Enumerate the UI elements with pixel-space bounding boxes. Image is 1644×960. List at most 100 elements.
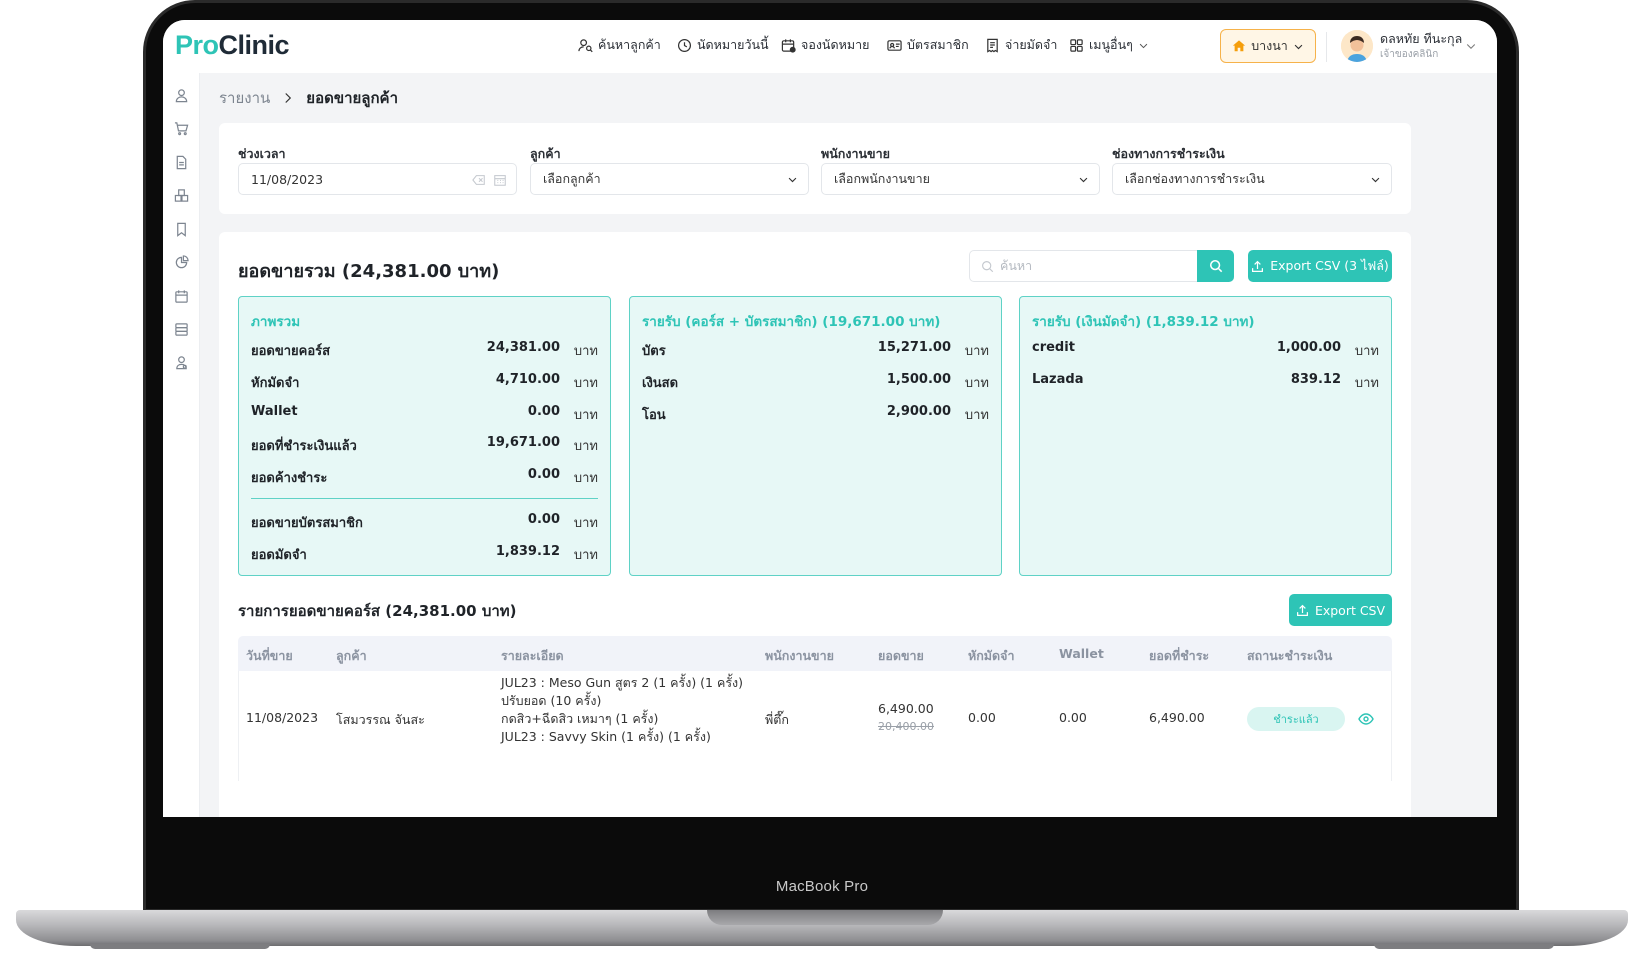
column-header[interactable]: วันที่ขาย [246, 646, 293, 666]
customer-select[interactable]: เลือกลูกค้า [530, 163, 809, 195]
panel-divider [251, 498, 598, 499]
nav-book-appointment[interactable]: จองนัดหมาย [781, 35, 869, 55]
nav-member-card[interactable]: บัตรสมาชิก [887, 35, 969, 55]
customer-name[interactable]: โสมวรรณ จันสะ [336, 710, 425, 730]
breadcrumb-parent[interactable]: รายงาน [219, 86, 270, 110]
summary-row: ยอดมัดจำ 1,839.12 บาท [251, 544, 598, 563]
column-header[interactable]: สถานะชำระเงิน [1247, 646, 1332, 666]
column-header[interactable]: ลูกค้า [336, 646, 367, 666]
clear-icon[interactable] [472, 173, 486, 187]
export-csv-button[interactable]: Export CSV [1289, 594, 1392, 626]
detail-line: กดสิว+ฉีดสิว เหมาๆ (1 ครั้ง) [501, 711, 659, 726]
export-all-label: Export CSV (3 ไฟล์) [1270, 258, 1389, 273]
date-range-label: ช่วงเวลา [238, 146, 286, 161]
sidebar-item-bookmarks[interactable] [174, 222, 189, 237]
sidebar-item-customers[interactable] [174, 88, 189, 103]
column-header[interactable]: รายละเอียด [501, 646, 564, 666]
staff-select[interactable]: เลือกพนักงานขาย [821, 163, 1100, 195]
avatar[interactable] [1341, 30, 1373, 62]
chevron-down-icon [1139, 43, 1148, 48]
app-screen: ProClinic ค้นหาลูกค้า นัดหมายวันนี้ จองน… [163, 20, 1497, 817]
chevron-down-icon [1079, 177, 1088, 183]
payment-channel-placeholder: เลือกช่องทางการชำระเงิน [1125, 171, 1265, 186]
sidebar-item-calendar[interactable] [174, 289, 189, 304]
column-header[interactable]: พนักงานขาย [765, 646, 834, 666]
nav-label: บัตรสมาชิก [907, 37, 969, 52]
panel-title: รายรับ (คอร์ส + บัตรสมาชิก) (19,671.00 บ… [642, 314, 941, 330]
overview-panel: ภาพรวม ยอดขายคอร์ส 24,381.00 บาท หักมัดจำ 4… [238, 296, 611, 576]
sidebar-item-stock[interactable] [174, 188, 189, 203]
staff-placeholder: เลือกพนักงานขาย [834, 171, 930, 186]
eye-icon[interactable] [1358, 711, 1374, 727]
total-sales-title: ยอดขายรวม (24,381.00 บาท) [238, 261, 500, 282]
sidebar-item-reports[interactable] [174, 255, 189, 270]
summary-row: ยอดที่ชำระเงินแล้ว 19,671.00 บาท [251, 435, 598, 454]
breadcrumb: รายงาน ยอดขายลูกค้า [219, 86, 398, 110]
branch-selector[interactable]: บางนา [1220, 29, 1316, 63]
summary-row: โอน 2,900.00 บาท [642, 404, 989, 423]
nav-pay-deposit[interactable]: จ่ายมัดจำ [985, 35, 1057, 55]
nav-label: ค้นหาลูกค้า [598, 37, 661, 52]
sidebar-item-staff[interactable] [174, 355, 189, 370]
search-icon [982, 260, 994, 272]
nav-today-appointments[interactable]: นัดหมายวันนี้ [677, 35, 769, 55]
nav-other-menu[interactable]: เมนูอื่นๆ [1069, 35, 1149, 55]
top-navbar: ProClinic ค้นหาลูกค้า นัดหมายวันนี้ จองน… [163, 20, 1497, 73]
sidebar-item-database[interactable] [174, 322, 189, 337]
column-header[interactable]: หักมัดจำ [968, 646, 1015, 666]
detail-line: JUL23 : Meso Gun สูตร 2 (1 ครั้ง) (1 ครั… [501, 675, 744, 690]
income-course-panel: รายรับ (คอร์ส + บัตรสมาชิก) (19,671.00 บ… [629, 296, 1002, 576]
chevron-down-icon[interactable] [1465, 40, 1477, 52]
database-icon [175, 323, 188, 336]
column-header[interactable]: ยอดที่ชำระ [1149, 646, 1209, 666]
course-sales-list-title: รายการยอดขายคอร์ส (24,381.00 บาท) [238, 602, 517, 620]
chevron-down-icon [788, 177, 797, 183]
detail-line: ปรับยอด (10 ครั้ง) [501, 693, 602, 708]
column-header[interactable]: ยอดขาย [878, 646, 924, 666]
search-button[interactable] [1197, 250, 1234, 282]
date-range-input[interactable]: 11/08/2023 [238, 163, 517, 195]
clock-icon [677, 38, 692, 52]
summary-row: ยอดค้างชำระ 0.00 บาท [251, 467, 598, 486]
chevron-down-icon [1294, 44, 1303, 49]
user-icon [175, 89, 188, 103]
nav-search-customer[interactable]: ค้นหาลูกค้า [578, 35, 661, 55]
chevron-right-icon [285, 93, 292, 103]
customer-label: ลูกค้า [530, 146, 561, 161]
column-header[interactable]: Wallet [1059, 646, 1104, 661]
summary-row: ยอดขายบัตรสมาชิก 0.00 บาท [251, 512, 598, 531]
box-icon [174, 189, 189, 202]
proclinic-logo[interactable]: ProClinic [175, 30, 290, 61]
date-range-value: 11/08/2023 [251, 171, 324, 187]
user-role: เจ้าของคลินิก [1380, 49, 1439, 60]
calendar-icon[interactable] [493, 173, 507, 187]
search-icon [1209, 259, 1222, 273]
summary-row: ยอดขายคอร์ส 24,381.00 บาท [251, 340, 598, 359]
payment-channel-label: ช่องทางการชำระเงิน [1112, 146, 1225, 161]
home-icon [1233, 40, 1246, 52]
chevron-down-icon [1371, 177, 1380, 183]
staff-label: พนักงานขาย [821, 146, 890, 161]
sale-details: JUL23 : Meso Gun สูตร 2 (1 ครั้ง) (1 ครั… [501, 674, 743, 746]
search-input[interactable]: ค้นหา [969, 250, 1198, 282]
sidebar-item-documents[interactable] [174, 155, 189, 170]
summary-row: Lazada 839.12 บาท [1032, 372, 1379, 391]
id-card-icon [887, 39, 902, 51]
device-label: MacBook Pro [775, 878, 869, 895]
laptop-foot-right [1374, 944, 1554, 949]
sale-original-amount: 20,400.00 [878, 720, 934, 733]
grid-icon [1070, 38, 1083, 52]
filter-card: ช่วงเวลา 11/08/2023 ลูกค้า เลือกลูกค้า พ… [219, 123, 1411, 214]
export-label: Export CSV [1314, 602, 1386, 618]
user-search-icon [578, 38, 593, 52]
staff-icon [176, 356, 187, 370]
nav-label: เมนูอื่นๆ [1089, 37, 1133, 52]
export-all-csv-button[interactable]: Export CSV (3 ไฟล์) [1248, 250, 1392, 282]
user-name: ดลหทัย ทีนะกุล [1380, 31, 1463, 46]
nav-label: จ่ายมัดจำ [1005, 37, 1058, 52]
table-row[interactable]: 11/08/2023 โสมวรรณ จันสะ JUL23 : Meso Gu… [238, 671, 1392, 781]
chart-pie-icon [175, 255, 189, 269]
sidebar-item-sales[interactable] [174, 121, 189, 136]
payment-channel-select[interactable]: เลือกช่องทางการชำระเงิน [1112, 163, 1392, 195]
summary-row: บัตร 15,271.00 บาท [642, 340, 989, 359]
